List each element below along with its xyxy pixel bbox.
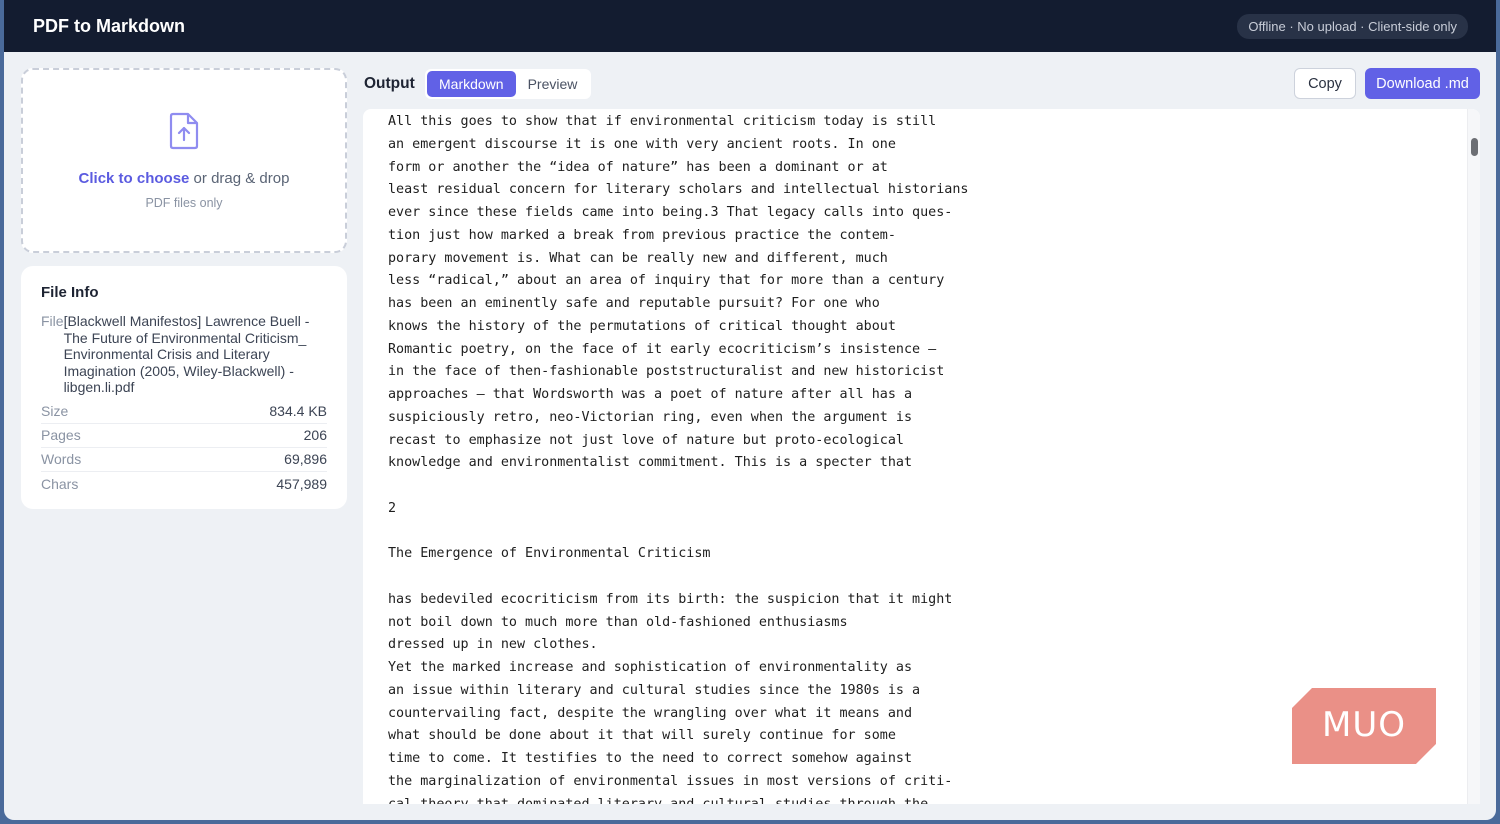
markdown-text[interactable]: All this goes to show that if environmen… xyxy=(388,111,1448,804)
choose-file-link[interactable]: Click to choose xyxy=(79,170,190,187)
markdown-line: least residual concern for literary scho… xyxy=(388,182,969,198)
size-label: Size xyxy=(41,403,69,419)
file-size-row: Size 834.4 KB xyxy=(41,400,327,424)
size-value: 834.4 KB xyxy=(269,403,327,419)
markdown-line: in the face of then-fashionable poststru… xyxy=(388,364,945,380)
pages-value: 206 xyxy=(303,427,327,443)
words-label: Words xyxy=(41,451,82,467)
output-tabs: Markdown Preview xyxy=(425,69,592,99)
markdown-line: Yet the marked increase and sophisticati… xyxy=(388,660,913,675)
markdown-line xyxy=(388,475,1448,498)
pages-row: Pages 206 xyxy=(41,424,327,448)
drag-drop-text: or drag & drop xyxy=(189,170,290,187)
markdown-line: Romantic poetry, on the face of it early… xyxy=(388,341,937,357)
markdown-line: countervailing fact, despite the wrangli… xyxy=(388,705,913,721)
markdown-line: tion just how marked a break from previo… xyxy=(388,227,896,243)
scrollbar[interactable] xyxy=(1467,109,1480,804)
markdown-line: an issue within literary and cultural st… xyxy=(388,682,921,698)
svg-text:MUO: MUO xyxy=(1322,705,1406,745)
file-info-title: File Info xyxy=(41,284,99,301)
markdown-line: All this goes to show that if environmen… xyxy=(388,114,937,129)
markdown-line xyxy=(388,566,1448,589)
chars-row: Chars 457,989 xyxy=(41,472,327,496)
markdown-line: not boil down to much more than old-fash… xyxy=(388,614,848,630)
markdown-line: what should be done about it that will s… xyxy=(388,728,896,744)
copy-button[interactable]: Copy xyxy=(1294,68,1356,99)
chars-value: 457,989 xyxy=(276,475,327,492)
pages-label: Pages xyxy=(41,427,81,443)
markdown-line: form or another the “idea of nature” has… xyxy=(388,159,888,175)
chars-label: Chars xyxy=(41,475,79,492)
status-badge: Offline · No upload · Client-side only xyxy=(1237,13,1468,39)
words-value: 69,896 xyxy=(284,451,327,467)
file-name: [Blackwell Manifestos] Lawrence Buell - … xyxy=(63,313,310,395)
tab-markdown[interactable]: Markdown xyxy=(427,71,516,97)
app-title: PDF to Markdown xyxy=(33,15,185,36)
output-label: Output xyxy=(364,75,415,92)
markdown-line: The Emergence of Environmental Criticism xyxy=(388,546,711,562)
markdown-line: porary movement is. What can be really n… xyxy=(388,250,888,266)
dropzone-hint: PDF files only xyxy=(145,196,223,210)
download-md-button[interactable]: Download .md xyxy=(1365,68,1480,99)
dropzone-instruction: Click to choose or drag & drop xyxy=(79,170,290,187)
markdown-line: suspiciously retro, neo-Victorian ring, … xyxy=(388,409,913,425)
markdown-line xyxy=(388,521,1448,544)
markdown-line: time to come. It testifies to the need t… xyxy=(388,751,913,766)
markdown-line: has bedeviled ecocriticism from its birt… xyxy=(388,591,953,607)
app-window: PDF to Markdown Offline · No upload · Cl… xyxy=(4,0,1496,820)
scrollbar-thumb[interactable] xyxy=(1471,138,1478,156)
file-name-row: File [Blackwell Manifestos] Lawrence Bue… xyxy=(41,313,327,396)
markdown-line: dressed up in new clothes. xyxy=(388,637,598,653)
file-info-panel: File Info File [Blackwell Manifestos] La… xyxy=(21,266,347,509)
tab-preview[interactable]: Preview xyxy=(516,71,590,97)
main-content: Click to choose or drag & drop PDF files… xyxy=(4,52,1496,820)
markdown-line: less “radical,” about an area of inquiry… xyxy=(388,273,945,289)
markdown-line: recast to emphasize not just love of nat… xyxy=(388,432,904,448)
top-bar: PDF to Markdown Offline · No upload · Cl… xyxy=(4,0,1496,52)
markdown-line: ever since these fields came into being.… xyxy=(388,205,953,220)
words-row: Words 69,896 xyxy=(41,448,327,472)
muo-watermark-logo: MUO xyxy=(1290,686,1438,771)
markdown-line: 2 xyxy=(388,500,397,516)
file-upload-icon xyxy=(168,112,200,155)
markdown-line: cal theory that dominated literary and c… xyxy=(388,796,929,805)
markdown-line: knows the history of the permutations of… xyxy=(388,318,896,334)
markdown-line: approaches – that Wordsworth was a poet … xyxy=(388,387,913,402)
pdf-dropzone[interactable]: Click to choose or drag & drop PDF files… xyxy=(21,68,347,253)
markdown-line: an emergent discourse it is one with ver… xyxy=(388,136,896,152)
markdown-line: the marginalization of environmental iss… xyxy=(388,773,953,789)
markdown-line: knowledge and environmentalist commitmen… xyxy=(388,455,913,471)
file-label: File xyxy=(41,313,64,329)
markdown-line: has been an eminently safe and reputable… xyxy=(388,296,880,311)
